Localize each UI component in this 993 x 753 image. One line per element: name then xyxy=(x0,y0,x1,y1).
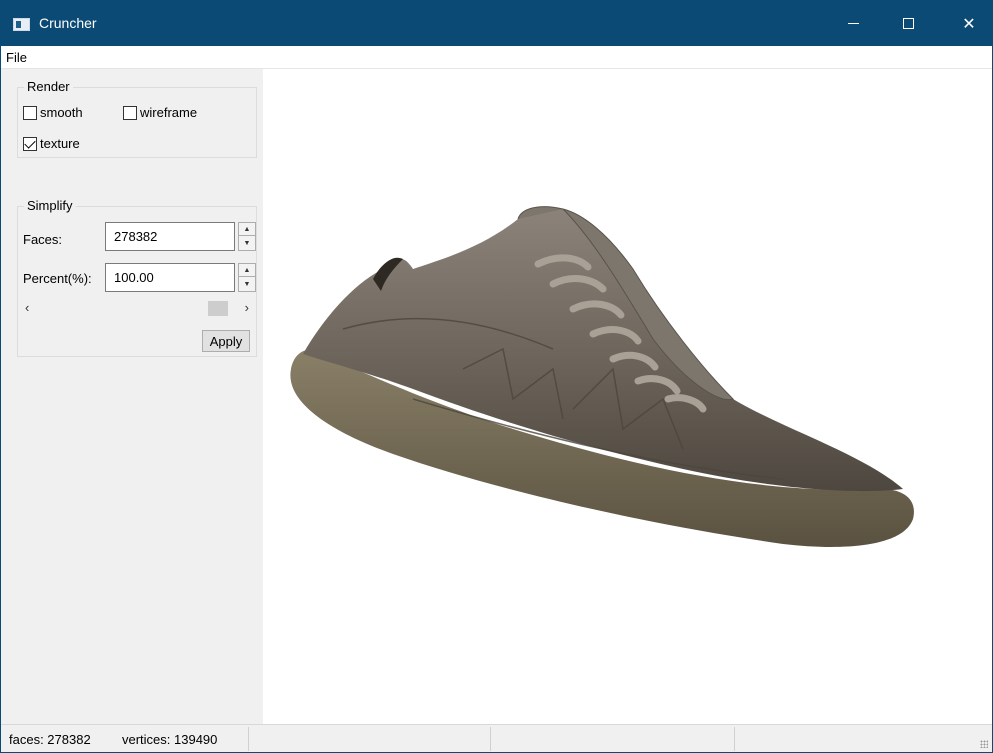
faces-input[interactable] xyxy=(105,222,235,251)
3d-viewport[interactable] xyxy=(263,69,992,724)
simplify-group: Simplify Faces: ▲ ▼ Percent(%): ▲ ▼ ‹ › … xyxy=(17,198,257,357)
texture-label: texture xyxy=(40,136,80,151)
status-vertices: vertices: 139490 xyxy=(122,732,218,747)
apply-button[interactable]: Apply xyxy=(202,330,250,352)
left-panel: Render smooth wireframe texture Simplify… xyxy=(1,69,263,724)
slider-thumb[interactable] xyxy=(208,301,228,316)
window-title: Cruncher xyxy=(39,15,97,31)
title-bar[interactable]: Cruncher ✕ xyxy=(1,1,992,46)
faces-spinner[interactable]: ▲ ▼ xyxy=(238,222,256,251)
app-icon xyxy=(13,18,30,31)
smooth-label: smooth xyxy=(40,105,83,120)
close-button[interactable]: ✕ xyxy=(946,1,992,46)
wireframe-checkbox-box[interactable] xyxy=(123,105,137,120)
spin-up-icon[interactable]: ▲ xyxy=(239,223,255,236)
percent-spinner[interactable]: ▲ ▼ xyxy=(238,263,256,292)
render-group: Render smooth wireframe texture xyxy=(17,79,257,158)
wireframe-label: wireframe xyxy=(140,105,198,120)
scroll-right-icon[interactable]: › xyxy=(245,300,249,315)
render-group-title: Render xyxy=(24,79,73,94)
maximize-icon xyxy=(902,18,914,29)
status-separator xyxy=(248,727,249,751)
smooth-checkbox-box[interactable] xyxy=(23,105,37,120)
app-window: Cruncher ✕ File Render smooth wireframe xyxy=(0,0,993,753)
texture-checkbox-box[interactable] xyxy=(23,136,37,151)
minimize-button[interactable] xyxy=(830,1,876,46)
spin-down-icon[interactable]: ▼ xyxy=(239,237,255,250)
maximize-button[interactable] xyxy=(885,1,931,46)
texture-checkbox[interactable]: texture xyxy=(23,136,80,151)
spin-down-icon[interactable]: ▼ xyxy=(239,278,255,291)
close-icon: ✕ xyxy=(962,15,976,33)
menu-bar: File xyxy=(1,46,992,69)
status-faces: faces: 278382 xyxy=(9,732,91,747)
minimize-icon xyxy=(847,23,859,24)
percent-slider[interactable]: ‹ › xyxy=(23,300,251,317)
scroll-left-icon[interactable]: ‹ xyxy=(25,300,29,315)
percent-label: Percent(%): xyxy=(23,271,92,286)
faces-label: Faces: xyxy=(23,232,63,247)
status-bar: faces: 278382 vertices: 139490 xyxy=(1,724,992,752)
spin-up-icon[interactable]: ▲ xyxy=(239,264,255,277)
status-separator xyxy=(490,727,491,751)
status-separator xyxy=(734,727,735,751)
shoe-model xyxy=(290,206,914,548)
menu-file[interactable]: File xyxy=(6,50,27,65)
resize-grip-icon[interactable] xyxy=(980,740,988,748)
percent-input[interactable] xyxy=(105,263,235,292)
wireframe-checkbox[interactable]: wireframe xyxy=(123,105,197,120)
simplify-group-title: Simplify xyxy=(24,198,76,213)
smooth-checkbox[interactable]: smooth xyxy=(23,105,83,120)
